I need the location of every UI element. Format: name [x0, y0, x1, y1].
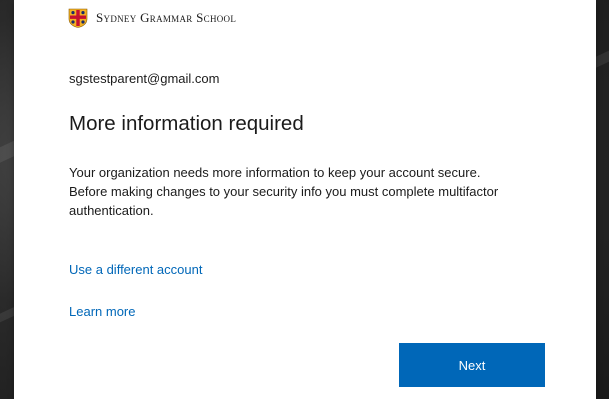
- organization-name: Sydney Grammar School: [96, 10, 237, 25]
- page-title: More information required: [69, 112, 304, 135]
- crest-icon: [68, 8, 88, 28]
- learn-more-link[interactable]: Learn more: [69, 304, 135, 319]
- description-text: Your organization needs more information…: [69, 165, 499, 218]
- account-email: sgstestparent@gmail.com: [69, 71, 220, 86]
- sign-in-card: Sydney Grammar School sgstestparent@gmai…: [14, 0, 596, 399]
- organization-logo: Sydney Grammar School: [68, 8, 236, 28]
- next-button[interactable]: Next: [399, 343, 545, 387]
- use-different-account-link[interactable]: Use a different account: [69, 262, 202, 277]
